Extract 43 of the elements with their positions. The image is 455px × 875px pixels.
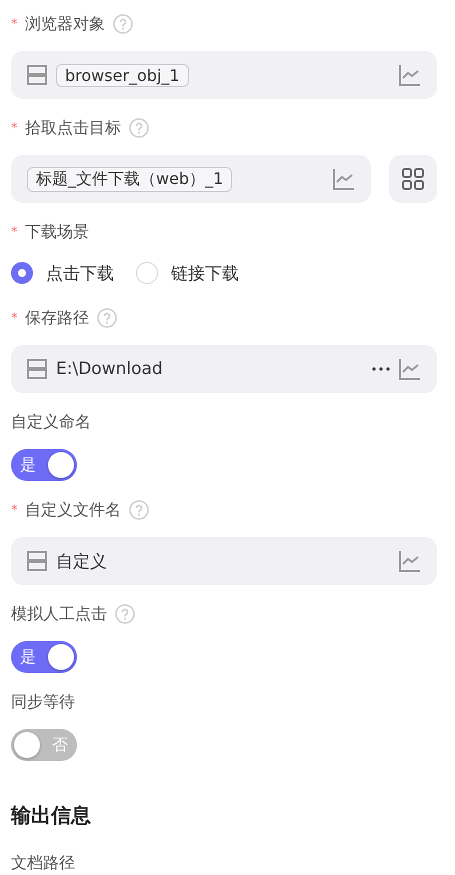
database-icon — [27, 551, 47, 571]
field-value: E:\Download — [56, 359, 163, 379]
chart-icon[interactable] — [399, 358, 420, 380]
required-mark: * — [11, 16, 18, 32]
help-icon[interactable] — [113, 14, 133, 34]
chart-icon[interactable] — [399, 64, 420, 86]
radio-label: 点击下载 — [46, 262, 114, 284]
section-heading: 输出信息 — [11, 802, 92, 829]
more-icon[interactable] — [371, 366, 391, 372]
help-icon[interactable] — [115, 604, 135, 624]
input-field[interactable]: 自定义 — [11, 537, 437, 585]
required-mark: * — [11, 310, 18, 326]
input-field[interactable]: browser_obj_1 — [11, 51, 437, 99]
field-label: 下载场景 — [25, 222, 89, 242]
toggle-switch[interactable]: 是 — [11, 449, 77, 481]
chart-icon[interactable] — [333, 168, 354, 190]
required-mark: * — [11, 224, 18, 240]
required-mark: * — [11, 120, 18, 136]
radio-button[interactable] — [11, 262, 33, 284]
field-label: 浏览器对象 — [25, 14, 105, 34]
required-mark: * — [11, 502, 18, 518]
value-tag: browser_obj_1 — [56, 64, 189, 86]
database-icon — [27, 65, 47, 85]
help-icon[interactable] — [97, 308, 117, 328]
grid-icon — [402, 168, 424, 190]
radio-label: 链接下载 — [171, 262, 239, 284]
input-field[interactable]: 标题_文件下载（web）_1 — [11, 155, 371, 203]
field-label: 自定义文件名 — [25, 500, 121, 520]
field-label: 拾取点击目标 — [25, 118, 121, 138]
help-icon[interactable] — [129, 118, 149, 138]
field-label: 同步等待 — [11, 692, 75, 712]
pick-button[interactable] — [389, 155, 437, 203]
input-field[interactable]: E:\Download — [11, 345, 437, 393]
field-label: 文档路径 — [11, 852, 75, 874]
field-label: 模拟人工点击 — [11, 604, 107, 624]
toggle-switch[interactable]: 是 — [11, 641, 77, 673]
field-label: 保存路径 — [25, 308, 89, 328]
chart-icon[interactable] — [399, 550, 420, 572]
database-icon — [27, 359, 47, 379]
field-value: 自定义 — [56, 550, 107, 572]
field-label: 自定义命名 — [11, 412, 91, 432]
value-tag: 标题_文件下载（web）_1 — [27, 166, 232, 192]
help-icon[interactable] — [129, 500, 149, 520]
